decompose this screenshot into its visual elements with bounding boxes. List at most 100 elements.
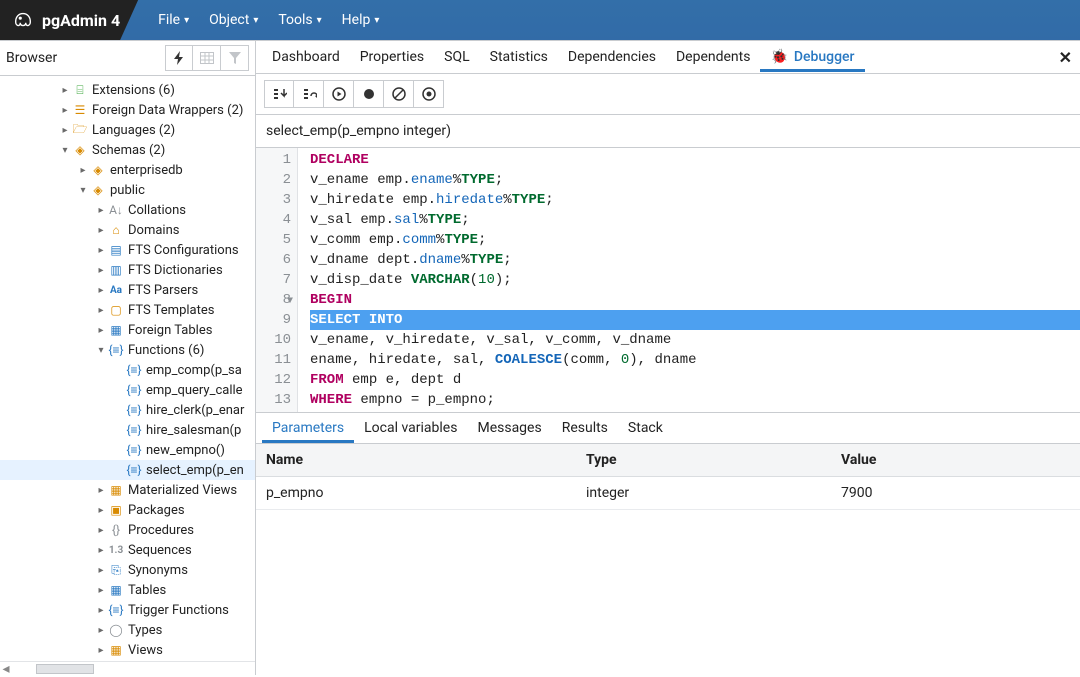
step-into-icon bbox=[271, 87, 287, 101]
tree-enterprisedb[interactable]: ◈enterprisedb bbox=[0, 160, 255, 180]
btn-continue[interactable] bbox=[324, 80, 354, 108]
tree-types[interactable]: ◯Types bbox=[0, 620, 255, 640]
function-signature: select_emp(p_empno integer) bbox=[256, 115, 1080, 148]
packages-icon: ▣ bbox=[108, 502, 124, 518]
function-icon: {≡} bbox=[126, 362, 142, 378]
tree-fdw[interactable]: ☰Foreign Data Wrappers (2) bbox=[0, 100, 255, 120]
btab-parameters[interactable]: Parameters bbox=[262, 414, 354, 443]
tree-extensions[interactable]: ⌸Extensions (6) bbox=[0, 80, 255, 100]
tab-properties[interactable]: Properties bbox=[350, 42, 434, 72]
tab-dashboard[interactable]: Dashboard bbox=[262, 42, 350, 72]
menu-file[interactable]: File▾ bbox=[150, 0, 197, 40]
tool-filter[interactable] bbox=[221, 45, 249, 71]
tree-synonyms[interactable]: ⎘Synonyms bbox=[0, 560, 255, 580]
menu-help[interactable]: Help▾ bbox=[334, 0, 388, 40]
bug-icon: 🐞 bbox=[770, 49, 787, 65]
play-circle-icon bbox=[332, 87, 346, 101]
tree-fts-dict[interactable]: ▥FTS Dictionaries bbox=[0, 260, 255, 280]
tab-dependents[interactable]: Dependents bbox=[666, 42, 760, 72]
btab-messages[interactable]: Messages bbox=[467, 414, 551, 442]
browser-hscroll[interactable]: ◂ bbox=[0, 661, 255, 675]
tree-fts-conf[interactable]: ▤FTS Configurations bbox=[0, 240, 255, 260]
btn-clear-breakpoints[interactable] bbox=[384, 80, 414, 108]
step-over-icon bbox=[301, 87, 317, 101]
btn-step-into[interactable] bbox=[264, 80, 294, 108]
tree-languages[interactable]: 🗁Languages (2) bbox=[0, 120, 255, 140]
btn-step-over[interactable] bbox=[294, 80, 324, 108]
tree-fts-parsers[interactable]: AaFTS Parsers bbox=[0, 280, 255, 300]
domains-icon: ⌂ bbox=[108, 222, 124, 238]
tree-collations[interactable]: A↓Collations bbox=[0, 200, 255, 220]
gutter[interactable]: 1 2 3 4 5 6 7 8▼ 9 10 11 12 13 bbox=[256, 148, 298, 412]
browser-title: Browser bbox=[6, 50, 57, 66]
tree-mviews[interactable]: ▦Materialized Views bbox=[0, 480, 255, 500]
function-icon: {≡} bbox=[126, 402, 142, 418]
mviews-icon: ▦ bbox=[108, 482, 124, 498]
tab-statistics[interactable]: Statistics bbox=[480, 42, 558, 72]
tree-fn-hiresalesman[interactable]: {≡}hire_salesman(p bbox=[0, 420, 255, 440]
schemas-icon: ◈ bbox=[72, 142, 88, 158]
schema-icon: ◈ bbox=[90, 162, 106, 178]
tree-tables[interactable]: ▦Tables bbox=[0, 580, 255, 600]
tree-fn-empcomp[interactable]: {≡}emp_comp(p_sa bbox=[0, 360, 255, 380]
content-tabs: Dashboard Properties SQL Statistics Depe… bbox=[256, 41, 1080, 74]
code-editor[interactable]: 1 2 3 4 5 6 7 8▼ 9 10 11 12 13 DECLARE v… bbox=[256, 148, 1080, 412]
grid-icon bbox=[200, 52, 214, 64]
object-tree[interactable]: ⌸Extensions (6) ☰Foreign Data Wrappers (… bbox=[0, 76, 255, 661]
synonyms-icon: ⎘ bbox=[108, 562, 124, 578]
tree-fn-empquery[interactable]: {≡}emp_query_calle bbox=[0, 380, 255, 400]
function-icon: {≡} bbox=[126, 462, 142, 478]
tab-debugger[interactable]: 🐞Debugger bbox=[760, 42, 864, 72]
brand-name: pgAdmin 4 bbox=[42, 11, 120, 30]
code-body[interactable]: DECLARE v_ename emp.ename%TYPE; v_hireda… bbox=[298, 148, 1080, 412]
tree-functions[interactable]: {≡}Functions (6) bbox=[0, 340, 255, 360]
menu-tools[interactable]: Tools▾ bbox=[270, 0, 329, 40]
ftstemplates-icon: ▢ bbox=[108, 302, 124, 318]
col-value: Value bbox=[831, 444, 1080, 476]
types-icon: ◯ bbox=[108, 622, 124, 638]
parameters-grid: Name Type Value p_empno integer 7900 bbox=[256, 444, 1080, 510]
function-icon: {≡} bbox=[126, 382, 142, 398]
function-icon: {≡} bbox=[126, 442, 142, 458]
col-name: Name bbox=[256, 444, 576, 476]
btn-toggle-breakpoint[interactable] bbox=[354, 80, 384, 108]
functions-icon: {≡} bbox=[108, 342, 124, 358]
languages-icon: 🗁 bbox=[72, 122, 88, 138]
tree-packages[interactable]: ▣Packages bbox=[0, 500, 255, 520]
tree-fts-templates[interactable]: ▢FTS Templates bbox=[0, 300, 255, 320]
tool-bolt[interactable] bbox=[165, 45, 193, 71]
tree-fn-hireclerk[interactable]: {≡}hire_clerk(p_enar bbox=[0, 400, 255, 420]
triggerfns-icon: {≡} bbox=[108, 602, 124, 618]
tree-views[interactable]: ▦Views bbox=[0, 640, 255, 660]
tab-close[interactable]: ✕ bbox=[1059, 48, 1072, 67]
btab-results[interactable]: Results bbox=[552, 414, 618, 442]
no-entry-icon bbox=[392, 87, 406, 101]
tab-sql[interactable]: SQL bbox=[434, 42, 479, 72]
tab-dependencies[interactable]: Dependencies bbox=[558, 42, 666, 72]
tree-sequences[interactable]: 1.3Sequences bbox=[0, 540, 255, 560]
procedures-icon: {} bbox=[108, 522, 124, 538]
bolt-icon bbox=[173, 51, 185, 65]
tree-domains[interactable]: ⌂Domains bbox=[0, 220, 255, 240]
btab-stack[interactable]: Stack bbox=[618, 414, 673, 442]
fold-icon[interactable]: ▼ bbox=[287, 292, 293, 312]
menu-object[interactable]: Object▾ bbox=[201, 0, 266, 40]
tree-foreign-tables[interactable]: ▦Foreign Tables bbox=[0, 320, 255, 340]
tree-public[interactable]: ◈public bbox=[0, 180, 255, 200]
collations-icon: A↓ bbox=[108, 202, 124, 218]
tree-schemas[interactable]: ◈Schemas (2) bbox=[0, 140, 255, 160]
tool-grid[interactable] bbox=[193, 45, 221, 71]
foreigntables-icon: ▦ bbox=[108, 322, 124, 338]
btn-stop[interactable] bbox=[414, 80, 444, 108]
current-line: SELECT INTO bbox=[310, 310, 1080, 330]
brand: pgAdmin 4 bbox=[0, 0, 138, 40]
tree-procedures[interactable]: {}Procedures bbox=[0, 520, 255, 540]
tree-fn-selectemp[interactable]: {≡}select_emp(p_en bbox=[0, 460, 255, 480]
tree-fn-newempno[interactable]: {≡}new_empno() bbox=[0, 440, 255, 460]
debug-toolbar bbox=[256, 74, 1080, 115]
btab-locals[interactable]: Local variables bbox=[354, 414, 467, 442]
elephant-icon bbox=[12, 9, 34, 31]
tree-triggerfns[interactable]: {≡}Trigger Functions bbox=[0, 600, 255, 620]
table-row[interactable]: p_empno integer 7900 bbox=[256, 477, 1080, 510]
dot-icon bbox=[362, 87, 376, 101]
